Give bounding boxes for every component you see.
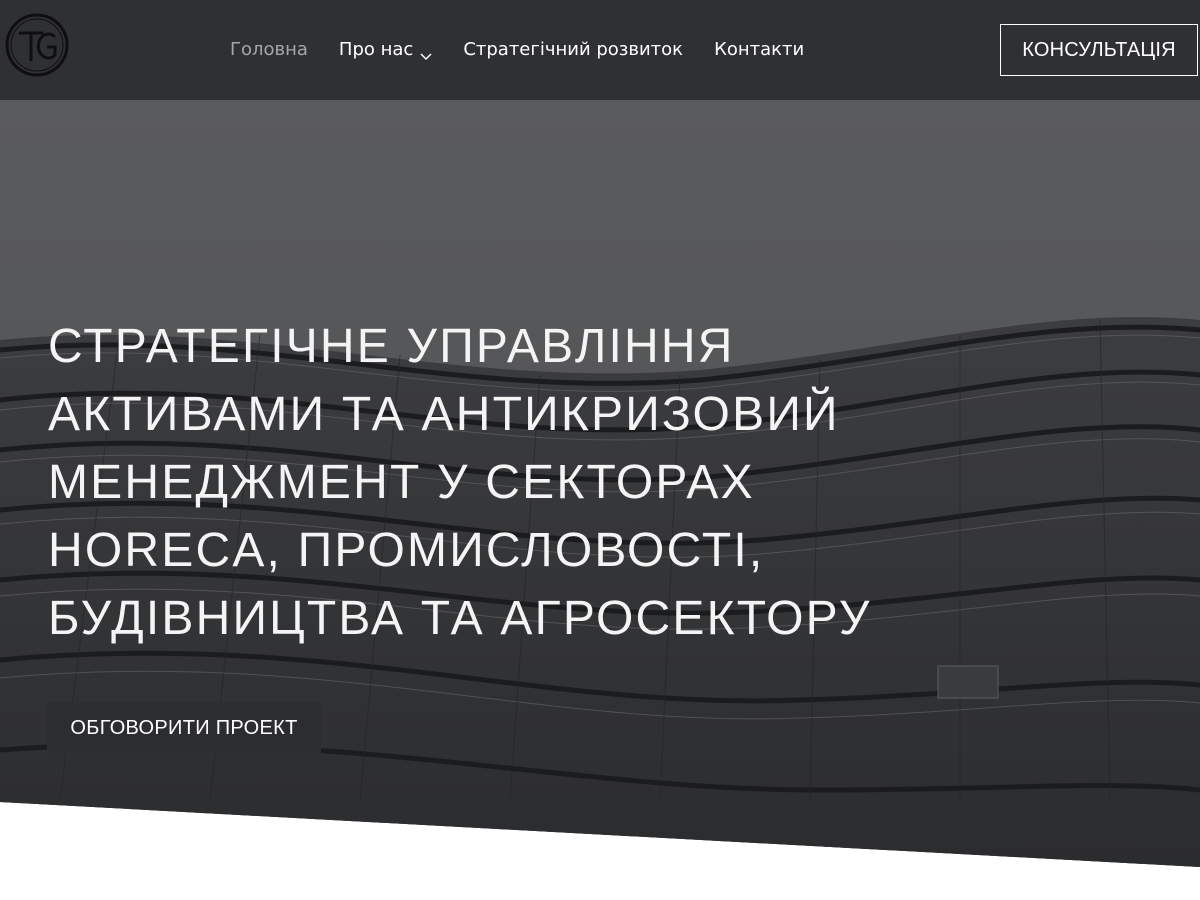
tg-logo-icon[interactable]: [5, 13, 69, 77]
consultation-button[interactable]: КОНСУЛЬТАЦІЯ: [1000, 24, 1198, 76]
hero-section: СТРАТЕГІЧНЕ УПРАВЛІННЯ АКТИВАМИ ТА АНТИК…: [0, 100, 1200, 867]
main-nav: Головна Про нас Стратегічний розвиток Ко…: [230, 36, 835, 62]
headline-line: HORECA, ПРОМИСЛОВОСТІ,: [48, 524, 765, 577]
headline-line: МЕНЕДЖМЕНТ У СЕКТОРАХ: [48, 456, 755, 509]
headline-line: АКТИВАМИ ТА АНТИКРИЗОВИЙ: [48, 388, 840, 441]
nav-item-label: Стратегічний розвиток: [463, 38, 684, 60]
nav-item-about[interactable]: Про нас: [338, 38, 432, 61]
chevron-down-icon: [420, 45, 432, 61]
discuss-project-button[interactable]: ОБГОВОРИТИ ПРОЕКТ: [47, 703, 321, 753]
headline-line: СТРАТЕГІЧНЕ УПРАВЛІННЯ: [48, 320, 735, 373]
hero-headline: СТРАТЕГІЧНЕ УПРАВЛІННЯ АКТИВАМИ ТА АНТИК…: [48, 313, 1048, 653]
nav-item-home[interactable]: Головна: [230, 39, 308, 60]
nav-item-contacts[interactable]: Контакти: [714, 39, 804, 60]
site-header: Головна Про нас Стратегічний розвиток Ко…: [0, 0, 1200, 100]
nav-item-label: Головна: [230, 38, 308, 60]
nav-item-label: Про нас: [338, 38, 414, 60]
nav-item-strategic-development[interactable]: Стратегічний розвиток: [463, 39, 683, 60]
headline-line: БУДІВНИЦТВА ТА АГРОСЕКТОРУ: [48, 592, 872, 645]
nav-item-label: Контакти: [714, 38, 805, 60]
